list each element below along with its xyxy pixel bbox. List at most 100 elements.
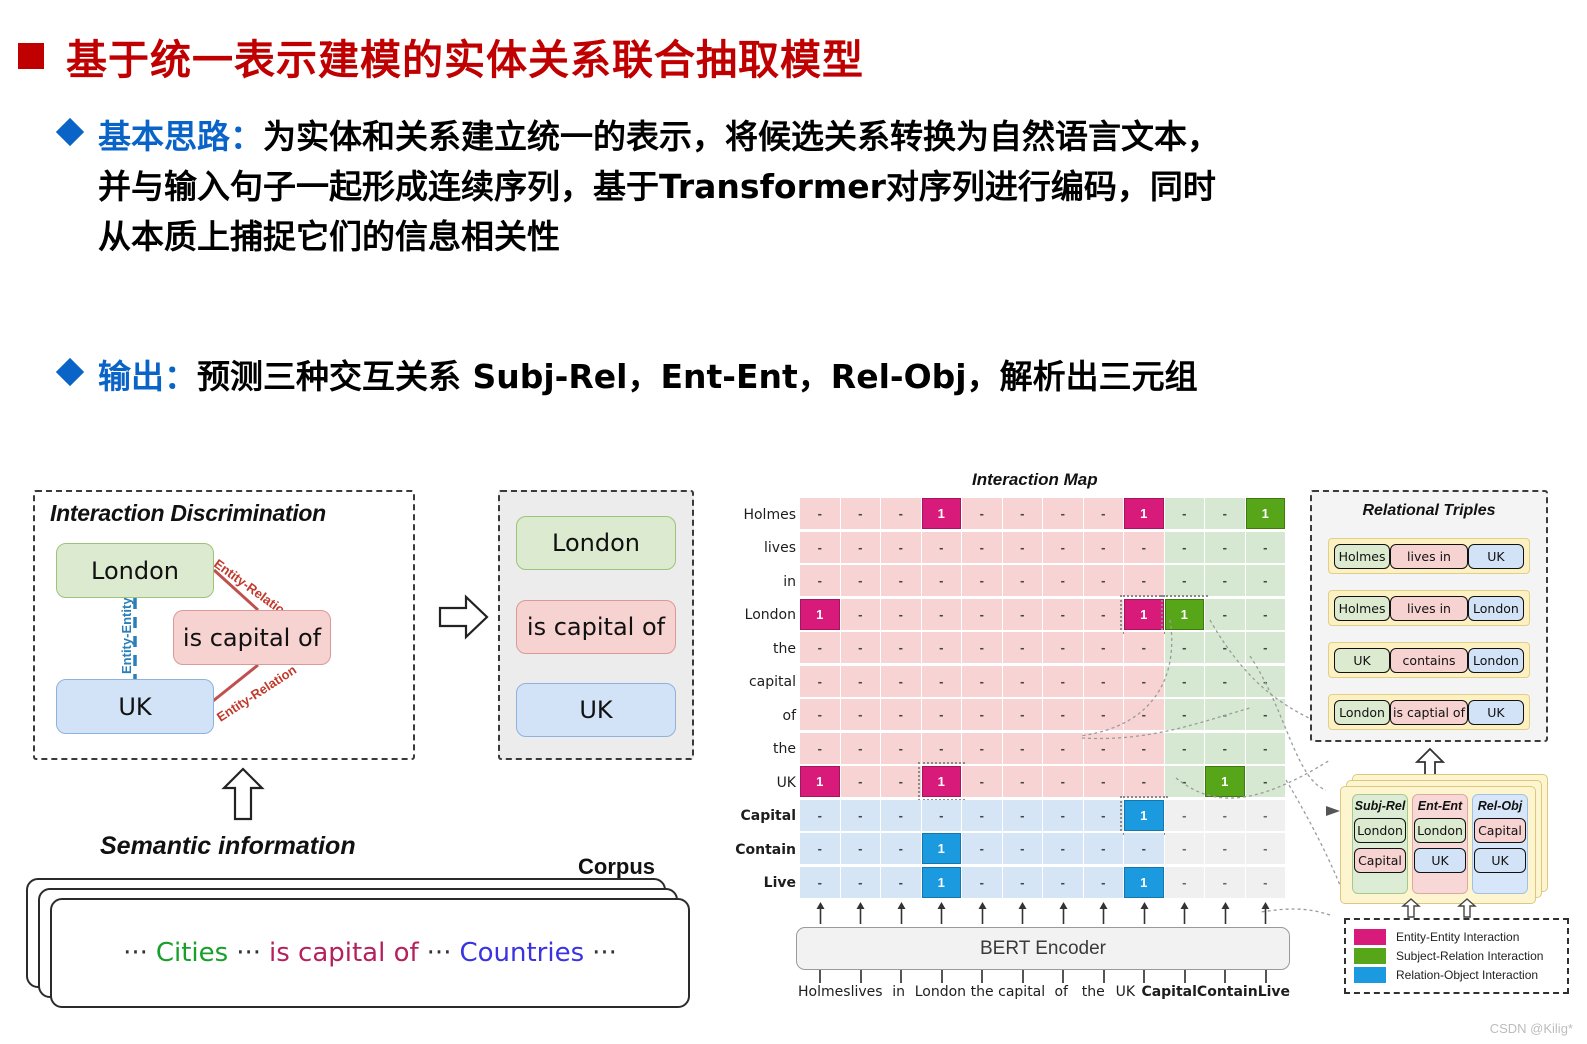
interaction-map-cell[interactable]: - bbox=[1164, 766, 1204, 797]
interaction-map-cell[interactable]: 1 bbox=[1205, 766, 1245, 797]
interaction-map-cell[interactable]: - bbox=[840, 866, 880, 898]
interaction-map-cell[interactable]: - bbox=[881, 732, 921, 764]
interaction-map-cell[interactable]: - bbox=[1002, 732, 1042, 764]
interaction-map-cell[interactable]: 1 bbox=[917, 762, 965, 801]
interaction-map-cell[interactable]: - bbox=[1124, 632, 1164, 663]
interaction-map-cell[interactable]: 1 bbox=[800, 598, 840, 630]
interaction-map-cell[interactable]: - bbox=[962, 598, 1002, 630]
interaction-map-cell[interactable]: - bbox=[1245, 632, 1285, 663]
interaction-map-cell[interactable]: - bbox=[962, 699, 1002, 730]
interaction-map-cell[interactable]: 1 bbox=[1160, 594, 1208, 634]
interaction-map-cell[interactable]: - bbox=[962, 498, 1002, 529]
interaction-map-cell[interactable]: - bbox=[1043, 766, 1083, 797]
bert-encoder[interactable]: BERT Encoder bbox=[796, 927, 1290, 970]
interaction-map-cell[interactable]: - bbox=[1083, 565, 1123, 596]
interaction-map-cell[interactable]: - bbox=[1205, 799, 1245, 831]
interaction-map-cell[interactable]: - bbox=[1245, 565, 1285, 596]
interaction-map-cell[interactable]: - bbox=[840, 699, 880, 730]
interaction-map-cell[interactable]: - bbox=[1164, 632, 1204, 663]
interaction-map-cell[interactable]: - bbox=[840, 632, 880, 663]
interaction-map-cell[interactable]: - bbox=[1124, 665, 1164, 697]
interaction-map-cell[interactable]: - bbox=[1002, 632, 1042, 663]
interaction-map-cell[interactable]: - bbox=[1245, 598, 1285, 630]
output-item-london[interactable]: London bbox=[516, 516, 676, 570]
interaction-map-cell[interactable]: 1 bbox=[921, 866, 961, 898]
interaction-map-cell[interactable]: - bbox=[921, 531, 961, 563]
interaction-map-cell[interactable]: - bbox=[1164, 799, 1204, 831]
interaction-map-cell[interactable]: - bbox=[1205, 598, 1245, 630]
interaction-map-cell[interactable]: - bbox=[840, 799, 880, 831]
interaction-map-cell[interactable]: - bbox=[1043, 565, 1083, 596]
interaction-map-cell[interactable]: - bbox=[921, 699, 961, 730]
interaction-map-cell[interactable]: - bbox=[1205, 498, 1245, 529]
interaction-map-cell[interactable]: - bbox=[1002, 565, 1042, 596]
interaction-panel-subj-rel[interactable]: Subj-Rel London Capital bbox=[1352, 794, 1408, 894]
interaction-map-cell[interactable]: - bbox=[1043, 699, 1083, 730]
interaction-map-cell[interactable]: - bbox=[1245, 766, 1285, 797]
interaction-map-cell[interactable]: - bbox=[840, 565, 880, 596]
interaction-map-cell[interactable]: - bbox=[1002, 799, 1042, 831]
interaction-map-cell[interactable]: - bbox=[840, 598, 880, 630]
interaction-map-cell[interactable]: - bbox=[1205, 866, 1245, 898]
interaction-map-cell[interactable]: - bbox=[840, 498, 880, 529]
interaction-map-cell[interactable]: 1 bbox=[800, 766, 840, 797]
interaction-map-cell[interactable]: 1 bbox=[921, 498, 961, 529]
interaction-map-cell[interactable]: - bbox=[840, 531, 880, 563]
interaction-map-cell[interactable]: - bbox=[1164, 498, 1204, 529]
interaction-map-cell[interactable]: - bbox=[1083, 766, 1123, 797]
interaction-map-cell[interactable]: - bbox=[1124, 766, 1164, 797]
interaction-map-cell[interactable]: - bbox=[962, 565, 1002, 596]
interaction-map-cell[interactable]: - bbox=[1043, 632, 1083, 663]
interaction-map-cell[interactable]: - bbox=[1083, 699, 1123, 730]
interaction-map-cell[interactable]: - bbox=[1124, 732, 1164, 764]
interaction-map-cell[interactable]: - bbox=[1245, 799, 1285, 831]
interaction-map-cell[interactable]: - bbox=[800, 699, 840, 730]
interaction-map-cell[interactable]: 1 bbox=[1120, 795, 1168, 835]
interaction-map-cell[interactable]: - bbox=[962, 732, 1002, 764]
interaction-map-cell[interactable]: - bbox=[1245, 732, 1285, 764]
interaction-map-cell[interactable]: - bbox=[881, 766, 921, 797]
interaction-map-cell[interactable]: - bbox=[1205, 665, 1245, 697]
interaction-map-cell[interactable]: - bbox=[921, 665, 961, 697]
interaction-map-grid[interactable]: ---1----1--1------------------------1---… bbox=[800, 498, 1288, 900]
interaction-map-cell[interactable]: 1 bbox=[921, 833, 961, 864]
interaction-map-cell[interactable]: - bbox=[1124, 531, 1164, 563]
interaction-map-cell[interactable]: - bbox=[800, 665, 840, 697]
interaction-map-cell[interactable]: - bbox=[800, 632, 840, 663]
interaction-map-cell[interactable]: - bbox=[1002, 531, 1042, 563]
interaction-map-cell[interactable]: - bbox=[1124, 565, 1164, 596]
interaction-map-cell[interactable]: - bbox=[881, 866, 921, 898]
interaction-map-cell[interactable]: - bbox=[881, 665, 921, 697]
interaction-map-cell[interactable]: - bbox=[881, 699, 921, 730]
node-is-capital-of[interactable]: is capital of bbox=[173, 610, 331, 665]
interaction-map-cell[interactable]: - bbox=[1083, 665, 1123, 697]
interaction-map-cell[interactable]: - bbox=[1245, 833, 1285, 864]
relational-triple-row[interactable]: UK contains London bbox=[1328, 642, 1530, 678]
interaction-map-cell[interactable]: 1 bbox=[1245, 498, 1285, 529]
interaction-map-cell[interactable]: - bbox=[1245, 531, 1285, 563]
interaction-map-cell[interactable]: - bbox=[840, 665, 880, 697]
interaction-map-cell[interactable]: - bbox=[881, 833, 921, 864]
interaction-map-cell[interactable]: - bbox=[881, 632, 921, 663]
interaction-map-cell[interactable]: - bbox=[1164, 699, 1204, 730]
interaction-map-cell[interactable]: - bbox=[962, 833, 1002, 864]
interaction-map-cell[interactable]: - bbox=[921, 632, 961, 663]
interaction-map-cell[interactable]: - bbox=[800, 833, 840, 864]
interaction-map-cell[interactable]: 1 bbox=[1124, 498, 1164, 529]
relational-triple-row[interactable]: Holmes lives in UK bbox=[1328, 538, 1530, 574]
interaction-map-cell[interactable]: - bbox=[1205, 565, 1245, 596]
interaction-map-cell[interactable]: - bbox=[921, 732, 961, 764]
interaction-map-cell[interactable]: - bbox=[962, 665, 1002, 697]
interaction-map-cell[interactable]: - bbox=[1043, 665, 1083, 697]
interaction-map-cell[interactable]: - bbox=[1002, 498, 1042, 529]
interaction-map-cell[interactable]: - bbox=[1164, 531, 1204, 563]
corpus-sheet-front[interactable]: ··· Cities ··· is capital of ··· Countri… bbox=[50, 898, 690, 1008]
interaction-map-cell[interactable]: - bbox=[1002, 699, 1042, 730]
interaction-map-cell[interactable]: - bbox=[1043, 799, 1083, 831]
interaction-map-cell[interactable]: - bbox=[881, 799, 921, 831]
interaction-map-cell[interactable]: - bbox=[1164, 665, 1204, 697]
interaction-map-cell[interactable]: - bbox=[1043, 866, 1083, 898]
interaction-map-cell[interactable]: - bbox=[881, 498, 921, 529]
interaction-map-cell[interactable]: - bbox=[1002, 766, 1042, 797]
interaction-map-cell[interactable]: - bbox=[962, 866, 1002, 898]
